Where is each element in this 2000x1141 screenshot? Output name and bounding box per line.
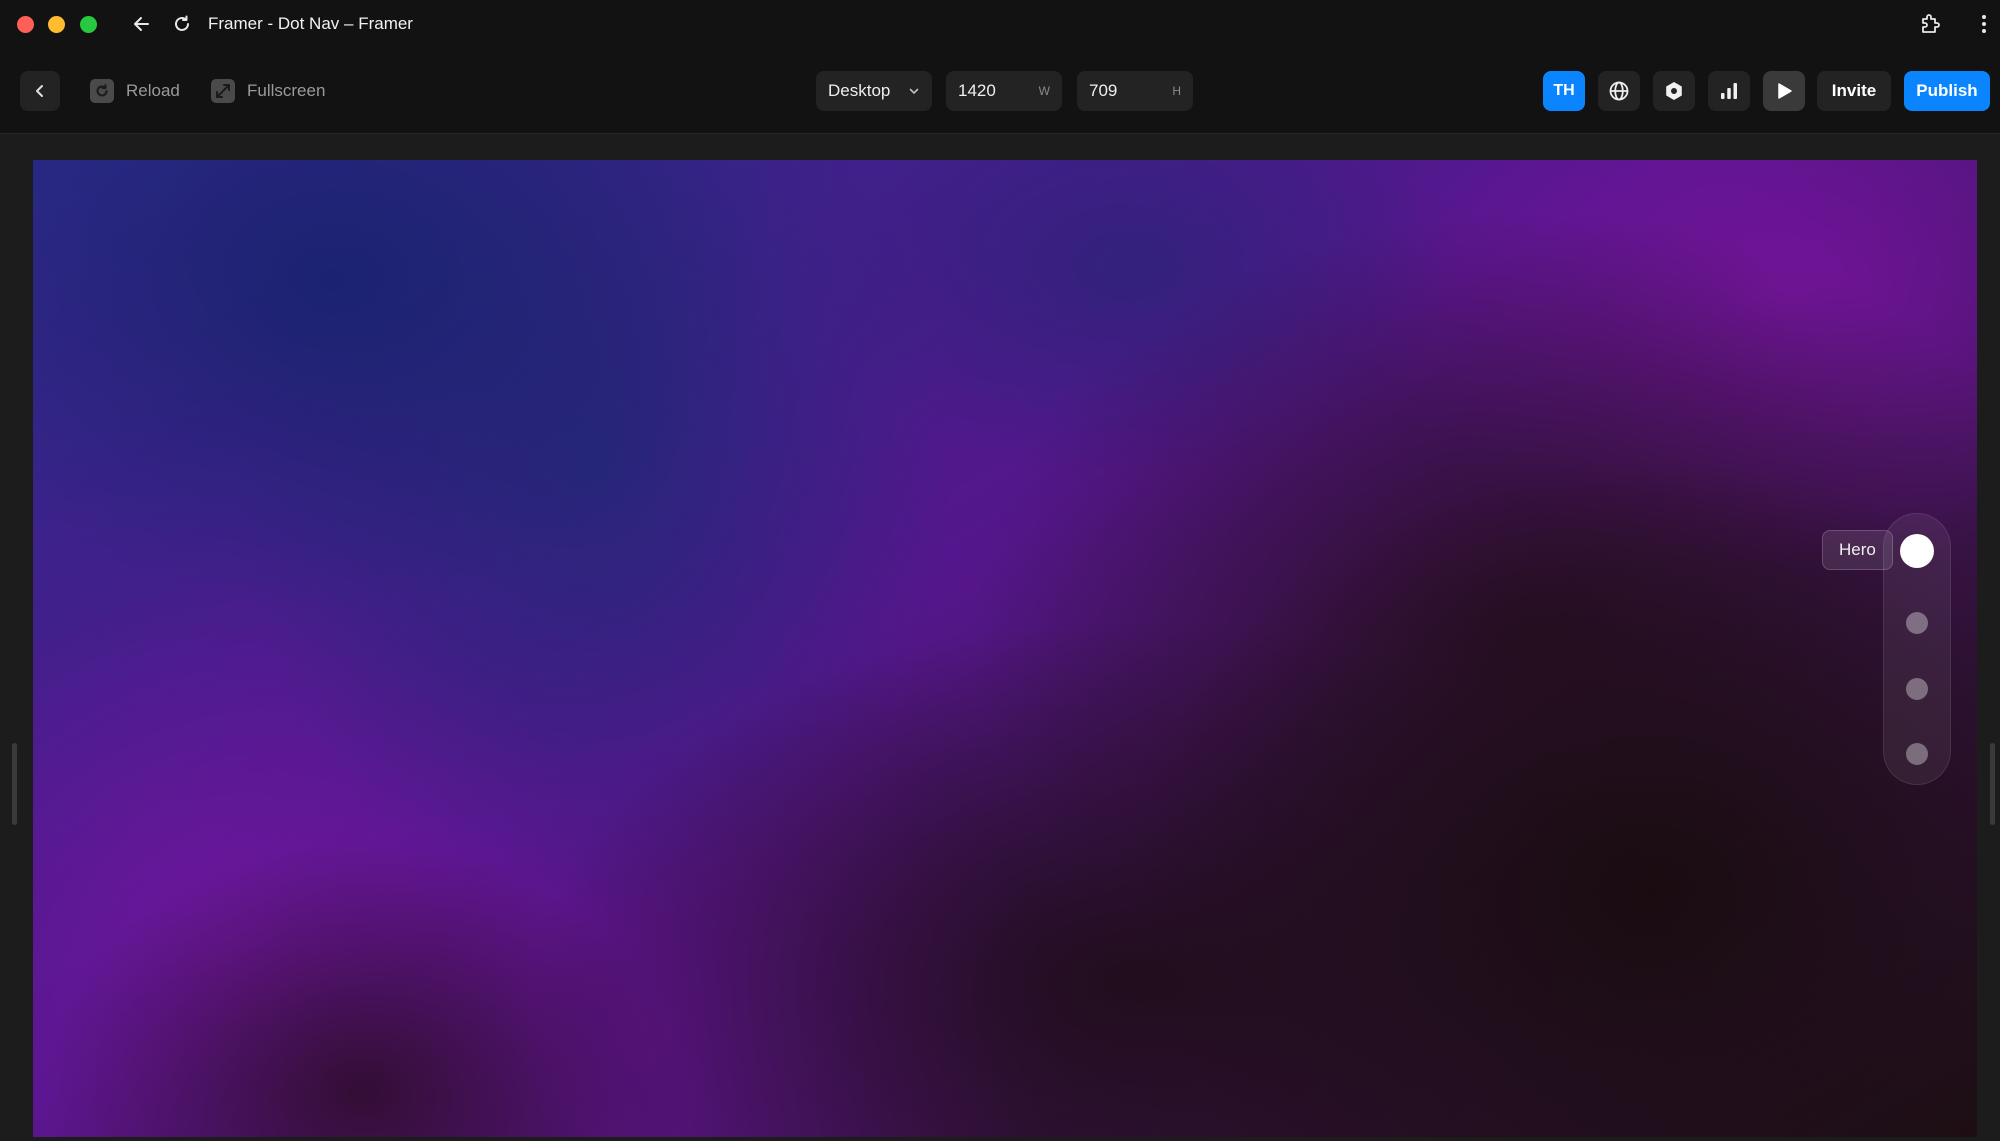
play-icon: [1778, 83, 1792, 99]
refresh-icon: [175, 15, 189, 31]
device-select-value: Desktop: [828, 81, 891, 100]
puzzle-icon: [1922, 14, 1940, 33]
expand-icon: [211, 79, 235, 103]
analytics-button[interactable]: [1708, 71, 1750, 111]
back-to-editor-button[interactable]: [20, 71, 60, 111]
invite-button[interactable]: Invite: [1817, 71, 1891, 111]
left-resize-handle[interactable]: [12, 743, 17, 825]
width-value: 1420: [958, 81, 996, 100]
reload-preview-button[interactable]: Reload: [90, 77, 180, 105]
reload-icon: [90, 79, 114, 103]
width-input[interactable]: 1420 W: [946, 71, 1062, 111]
publish-button[interactable]: Publish: [1904, 71, 1990, 111]
hexagon-icon: [1666, 82, 1682, 100]
user-avatar-button[interactable]: TH: [1543, 71, 1585, 111]
browser-back-button[interactable]: [128, 10, 156, 38]
site-preview-canvas: [33, 160, 1977, 1137]
dot-nav-item-4[interactable]: [1906, 743, 1928, 765]
plugins-button[interactable]: [1653, 71, 1695, 111]
reload-label: Reload: [126, 81, 180, 100]
globe-icon: [1609, 81, 1629, 101]
height-input[interactable]: 709 H: [1077, 71, 1193, 111]
width-suffix: W: [1038, 84, 1050, 98]
bar-chart-icon: [1721, 83, 1737, 99]
window-title: Framer - Dot Nav – Framer: [208, 14, 413, 33]
window-titlebar: Framer - Dot Nav – Framer: [0, 0, 2000, 48]
window-maximize-button[interactable]: [80, 16, 97, 33]
browser-reload-button[interactable]: [168, 10, 196, 38]
fullscreen-button[interactable]: Fullscreen: [211, 77, 325, 105]
editor-toolbar: Reload Fullscreen Desktop 1420 W 709 H T…: [0, 48, 2000, 134]
more-vertical-icon: [1982, 15, 1986, 33]
device-select[interactable]: Desktop: [816, 71, 932, 111]
chevron-left-icon: [36, 85, 43, 97]
right-resize-handle[interactable]: [1990, 743, 1995, 825]
window-close-button[interactable]: [17, 16, 34, 33]
window-minimize-button[interactable]: [48, 16, 65, 33]
dot-nav-item-2[interactable]: [1906, 612, 1928, 634]
extensions-button[interactable]: [1916, 10, 1944, 38]
arrow-left-icon: [134, 17, 149, 31]
preview-play-button[interactable]: [1763, 71, 1805, 111]
dot-nav-item-3[interactable]: [1906, 678, 1928, 700]
height-value: 709: [1089, 81, 1118, 100]
height-suffix: H: [1172, 84, 1181, 98]
dot-nav: [1883, 513, 1951, 785]
dot-nav-item-hero[interactable]: [1900, 534, 1934, 568]
site-settings-button[interactable]: [1598, 71, 1640, 111]
fullscreen-label: Fullscreen: [247, 81, 326, 100]
chevron-down-icon: [909, 88, 919, 94]
more-options-button[interactable]: [1970, 10, 1998, 38]
